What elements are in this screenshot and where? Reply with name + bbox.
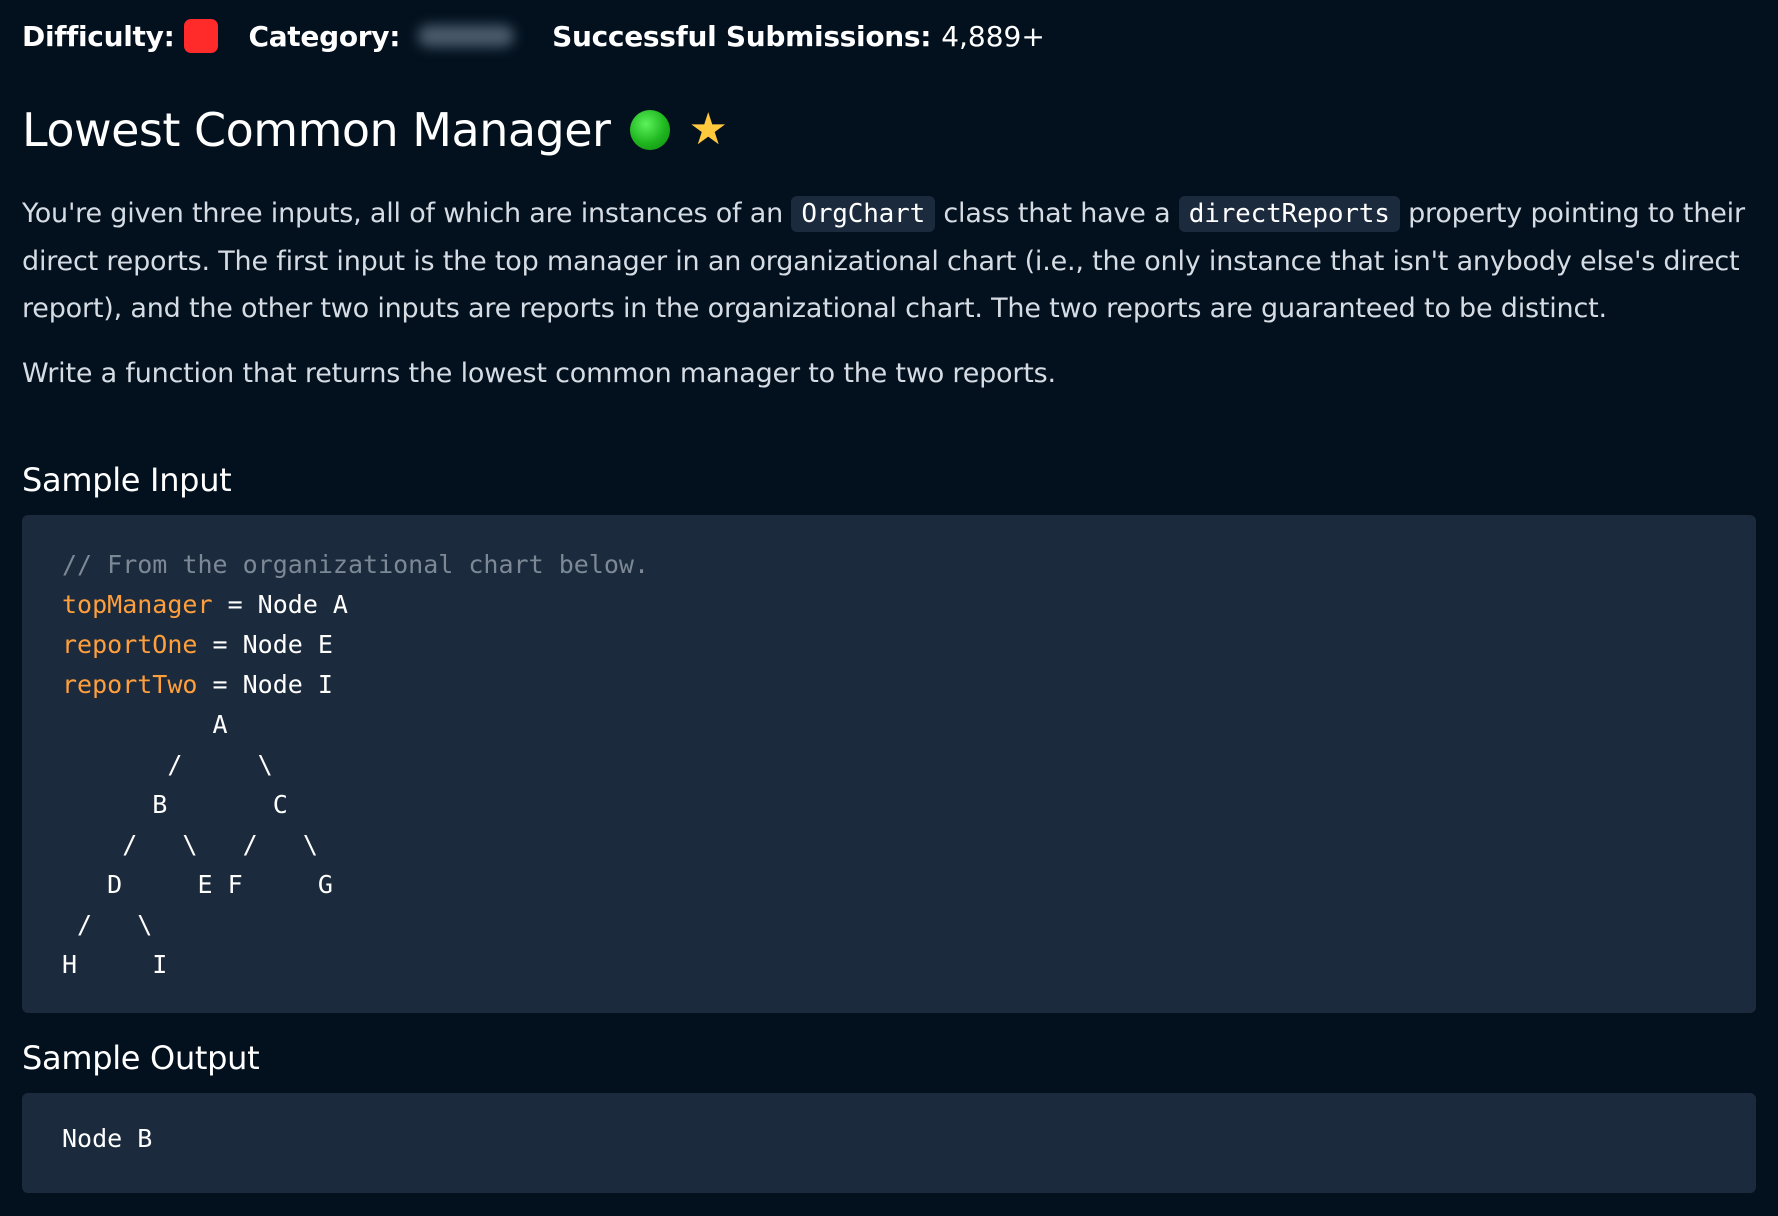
tree-line: / \ / \ — [62, 830, 318, 859]
tree-line: / \ — [62, 910, 153, 939]
submissions-label: Successful Submissions: — [552, 19, 932, 53]
difficulty-label: Difficulty: — [22, 19, 175, 53]
code-var-report-two: reportTwo — [62, 670, 198, 699]
submissions-count: 4,889+ — [941, 19, 1045, 53]
title-row: Lowest Common Manager ★ — [22, 100, 1756, 160]
desc-text: You're given three inputs, all of which … — [22, 198, 792, 229]
code-assign: = Node A — [212, 590, 348, 619]
sample-input-code: // From the organizational chart below. … — [22, 515, 1756, 1013]
desc-text: class that have a — [935, 198, 1179, 229]
completed-status-icon — [630, 110, 671, 150]
tree-line: B C — [62, 790, 288, 819]
problem-task: Write a function that returns the lowest… — [22, 358, 1056, 389]
category: Category: — [248, 20, 522, 53]
output-value: Node B — [62, 1124, 153, 1153]
difficulty-indicator — [184, 19, 219, 53]
tree-line: / \ — [62, 750, 273, 779]
code-var-top-manager: topManager — [62, 590, 213, 619]
tree-line: D E F G — [62, 870, 333, 899]
sample-input-title: Sample Input — [22, 461, 232, 499]
inline-code-directreports: directReports — [1178, 196, 1400, 232]
category-hidden-value[interactable] — [418, 25, 515, 47]
difficulty: Difficulty: — [22, 19, 219, 53]
problem-page: Difficulty: Category: Successful Submiss… — [0, 0, 1778, 1193]
page-title: Lowest Common Manager — [22, 103, 611, 157]
tree-line: A — [62, 710, 228, 739]
category-label: Category: — [248, 19, 401, 53]
meta-bar: Difficulty: Category: Successful Submiss… — [22, 0, 1756, 72]
problem-description: You're given three inputs, all of which … — [22, 190, 1756, 332]
inline-code-orgchart: OrgChart — [791, 196, 936, 232]
code-var-report-one: reportOne — [62, 630, 198, 659]
star-icon[interactable]: ★ — [688, 108, 727, 152]
code-comment: // From the organizational chart below. — [62, 550, 649, 579]
code-assign: = Node I — [197, 670, 333, 699]
code-assign: = Node E — [197, 630, 333, 659]
sample-output-code: Node B — [22, 1093, 1756, 1193]
submissions: Successful Submissions: 4,889+ — [552, 20, 1045, 53]
sample-output-title: Sample Output — [22, 1039, 260, 1077]
tree-line: H I — [62, 950, 168, 979]
